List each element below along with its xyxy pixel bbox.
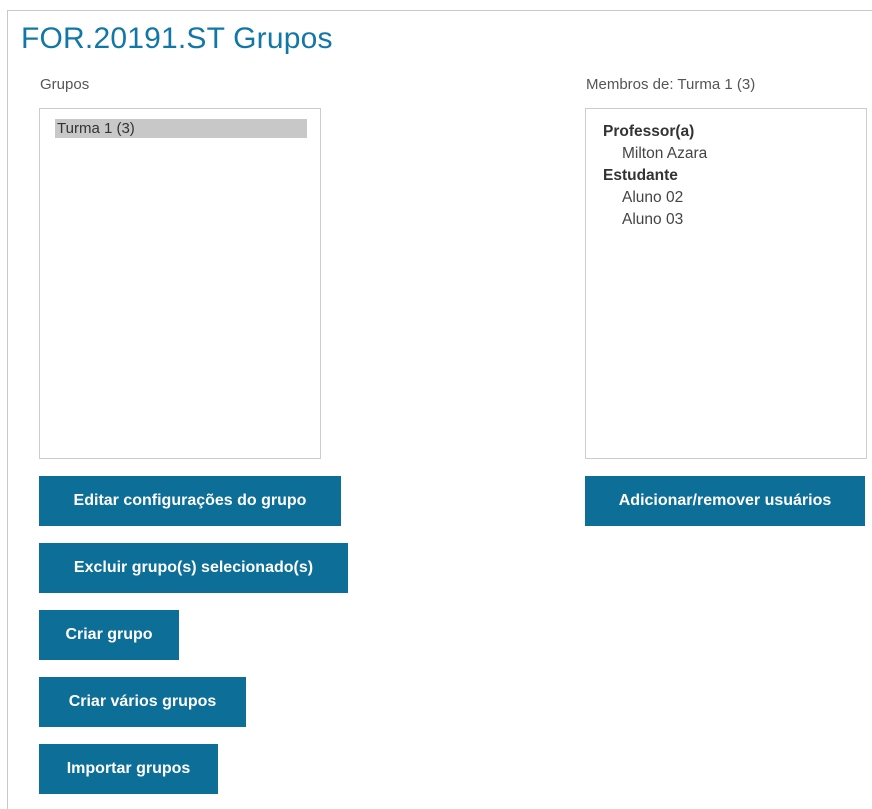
import-groups-button[interactable]: Importar grupos [39,744,218,794]
create-group-button[interactable]: Criar grupo [39,610,179,660]
edit-group-settings-button[interactable]: Editar configurações do grupo [39,476,341,526]
member-item[interactable]: Aluno 03 [603,209,707,231]
group-option-turma-1[interactable]: Turma 1 (3) [55,119,307,138]
create-multiple-groups-button[interactable]: Criar vários grupos [39,677,246,727]
member-item[interactable]: Aluno 02 [603,187,707,209]
members-listbox[interactable]: Professor(a) Milton Azara Estudante Alun… [585,108,867,459]
delete-selected-groups-button[interactable]: Excluir grupo(s) selecionado(s) [39,543,348,593]
members-label: Membros de: Turma 1 (3) [586,76,756,93]
role-header-professor: Professor(a) [603,123,695,140]
groups-label: Grupos [40,76,90,93]
add-remove-users-button[interactable]: Adicionar/remover usuários [585,476,865,526]
members-list: Professor(a) Milton Azara Estudante Alun… [603,121,707,231]
groups-listbox[interactable]: Turma 1 (3) [39,108,321,459]
page-title: FOR.20191.ST Grupos [21,22,333,55]
member-item[interactable]: Milton Azara [603,143,707,165]
role-header-estudante: Estudante [603,167,678,184]
